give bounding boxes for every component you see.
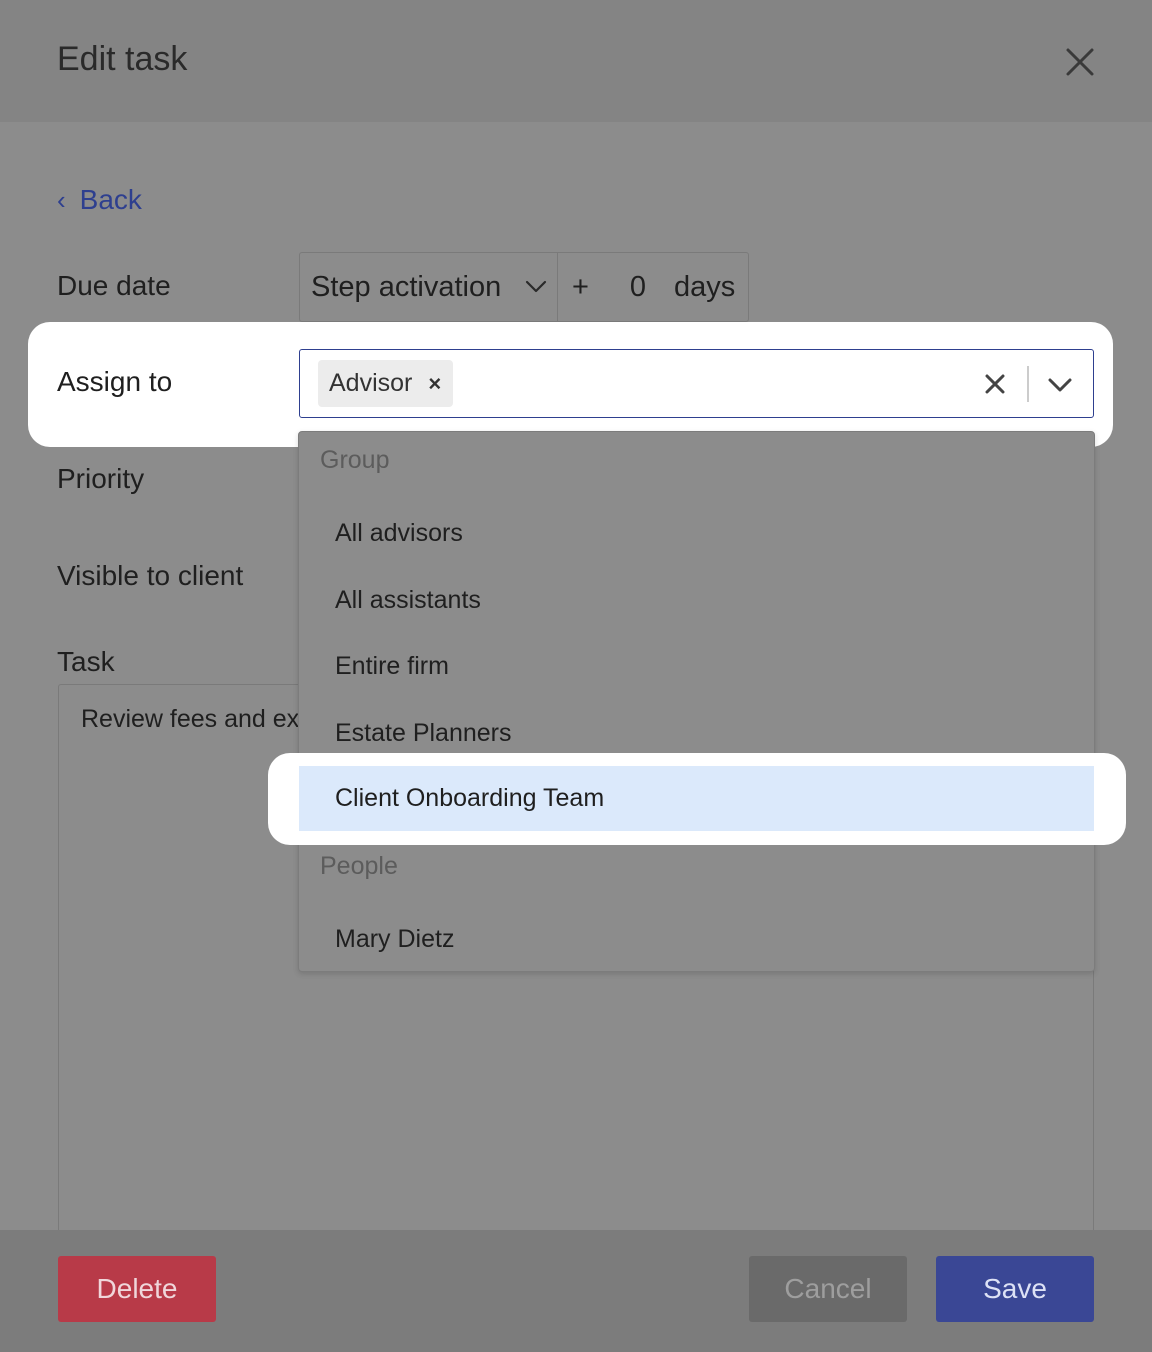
due-date-trigger-value: Step activation [311,270,502,303]
people-heading: People [320,852,398,880]
due-date-unit: days [674,270,736,303]
assignee-chip: Advisor × [318,360,454,407]
group-heading: Group [320,446,390,474]
option-entire-firm[interactable]: Entire firm [335,652,449,681]
select-divider [1027,366,1029,402]
option-client-onboarding-team[interactable]: Client Onboarding Team [299,766,1094,831]
remove-chip-icon[interactable]: × [428,371,441,397]
option-mary-dietz[interactable]: Mary Dietz [335,925,454,954]
option-estate-planners[interactable]: Estate Planners [335,719,512,748]
option-all-advisors[interactable]: All advisors [335,519,463,548]
chevron-down-icon[interactable] [1044,370,1076,400]
option-all-assistants[interactable]: All assistants [335,586,481,615]
delete-button[interactable]: Delete [58,1256,216,1322]
cancel-button[interactable]: Cancel [749,1256,907,1322]
assign-to-dropdown-menu: Group All advisors All assistants Entire… [298,431,1095,972]
task-label: Task [57,646,115,677]
chevron-left-icon: ‹ [57,184,66,215]
priority-label: Priority [57,463,145,494]
back-label: Back [79,184,142,215]
save-button[interactable]: Save [936,1256,1094,1322]
back-link[interactable]: ‹ Back [57,184,142,216]
chevron-down-icon [525,280,547,293]
task-text: Review fees and exp [81,705,314,733]
due-date-field: Step activation + 0 days [299,252,749,322]
visible-to-client-label: Visible to client [57,560,244,591]
due-date-label: Due date [57,270,171,301]
clear-icon[interactable] [980,369,1010,399]
due-date-offset-input[interactable]: 0 [602,271,674,304]
assignee-chip-label: Advisor [329,369,413,397]
due-date-trigger-select[interactable]: Step activation [300,253,558,321]
dialog-title: Edit task [57,40,188,78]
assign-to-select[interactable]: Advisor × [299,349,1094,418]
dialog-header: Edit task [0,0,1152,122]
close-icon[interactable] [1062,44,1098,80]
due-date-plus: + [572,270,589,303]
assign-to-label: Assign to [57,366,173,397]
